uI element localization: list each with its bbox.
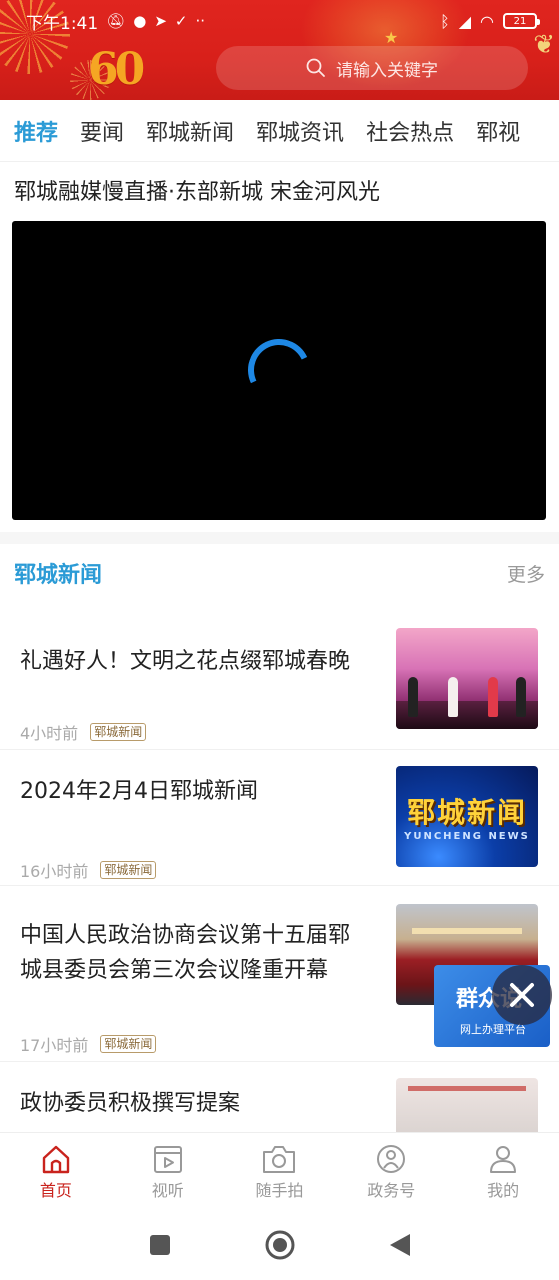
check-icon: ✓ — [174, 12, 188, 30]
back-icon[interactable] — [388, 1232, 412, 1258]
tab-yuncheng-info[interactable]: 郓城资讯 — [256, 115, 344, 147]
more-dots-icon: ·· — [195, 12, 206, 30]
close-icon[interactable] — [492, 965, 552, 1025]
news-thumbnail: 郓城新闻 YUNCHENG NEWS — [396, 766, 538, 867]
news-title: 2024年2月4日郓城新闻 — [20, 779, 258, 804]
performer-figure — [448, 677, 458, 717]
thumb-logo-text: 郓城新闻 — [406, 796, 527, 829]
tab-recommend[interactable]: 推荐 — [14, 115, 58, 161]
news-tag: 郓城新闻 — [90, 723, 147, 741]
gov-icon — [377, 1145, 406, 1173]
news-title: 政协委员积极撰写提案 — [20, 1091, 241, 1116]
video-icon — [153, 1146, 182, 1173]
tab-social-hot[interactable]: 社会热点 — [366, 115, 454, 147]
news-meta: 16小时前 郓城新闻 — [20, 858, 157, 882]
nav-label: 政务号 — [367, 1181, 416, 1200]
news-thumbnail — [396, 628, 538, 729]
bottom-nav: 首页 视听 随手拍 政务号 我的 — [0, 1132, 559, 1210]
section-title: 郓城新闻 — [14, 563, 103, 588]
news-title: 中国人民政治协商会议第十五届郓城县委员会第三次会议隆重开幕 — [20, 923, 351, 983]
news-meta: 17小时前 郓城新闻 — [20, 1032, 157, 1056]
news-tag: 郓城新闻 — [100, 1035, 157, 1053]
status-time: 下午1:41 — [26, 13, 99, 34]
user-icon — [490, 1146, 517, 1173]
loading-spinner-icon — [239, 330, 319, 410]
news-time: 4小时前 — [20, 724, 79, 743]
news-tag: 郓城新闻 — [100, 861, 157, 879]
recent-apps-icon[interactable] — [148, 1233, 172, 1257]
channel-tabs: 推荐 要闻 郓城新闻 郓城资讯 社会热点 郓视 — [0, 100, 559, 162]
bluetooth-icon: ᛒ — [440, 11, 450, 31]
home-button-icon[interactable] — [264, 1229, 296, 1261]
search-placeholder: 请输入关键字 — [336, 60, 438, 81]
news-meta: 4小时前 郓城新闻 — [20, 720, 147, 744]
branch-decoration: ❦ — [533, 30, 555, 60]
signal-icon: ◢ — [458, 11, 472, 31]
news-title: 礼遇好人！文明之花点缀郓城春晚 — [20, 649, 351, 674]
status-bar: 下午1:41 🔕︎ ● ➤ ✓ ·· ᛒ ◢ ◠ 21 — [26, 8, 540, 34]
tab-headlines[interactable]: 要闻 — [80, 115, 124, 147]
live-title[interactable]: 郓城融媒慢直播·东部新城 宋金河风光 — [14, 174, 380, 206]
mute-icon: 🔕︎ — [106, 12, 126, 30]
news-item[interactable]: 礼遇好人！文明之花点缀郓城春晚 4小时前 郓城新闻 — [0, 612, 559, 750]
nav-label: 我的 — [487, 1181, 520, 1200]
performer-figure — [516, 677, 526, 717]
nav-snapshot[interactable]: 随手拍 — [224, 1133, 336, 1210]
search-input[interactable]: 请输入关键字 — [216, 46, 528, 90]
document-heading — [408, 1086, 526, 1091]
nav-gov-account[interactable]: 政务号 — [335, 1133, 447, 1210]
divider — [0, 532, 559, 544]
news-item[interactable]: 2024年2月4日郓城新闻 16小时前 郓城新闻 郓城新闻 YUNCHENG N… — [0, 750, 559, 886]
tab-yuncheng-video[interactable]: 郓视 — [476, 115, 520, 147]
news-time: 16小时前 — [20, 862, 89, 881]
nav-profile[interactable]: 我的 — [447, 1133, 559, 1210]
thumb-logo-subtext: YUNCHENG NEWS — [404, 831, 530, 842]
public-voice-widget[interactable]: 群众说 网上办理平台 — [434, 965, 552, 1047]
performer-figure — [408, 677, 418, 717]
video-player[interactable] — [12, 221, 546, 520]
app-header: ★ 60 ❦ 下午1:41 🔕︎ ● ➤ ✓ ·· ᛒ ◢ ◠ 21 请输入关键… — [0, 0, 559, 100]
system-nav-bar — [0, 1210, 559, 1280]
camera-icon — [263, 1146, 296, 1173]
anniversary-logo: 60 — [88, 44, 145, 95]
nav-video[interactable]: 视听 — [112, 1133, 224, 1210]
more-link[interactable]: 更多 — [507, 560, 545, 587]
message-icon: ● — [133, 12, 147, 30]
wifi-icon: ◠ — [480, 11, 494, 31]
home-icon — [42, 1145, 70, 1174]
nav-label: 随手拍 — [255, 1181, 304, 1200]
telegram-icon: ➤ — [154, 12, 167, 30]
performer-figure — [488, 677, 498, 717]
battery-level: 21 — [513, 15, 527, 27]
news-time: 17小时前 — [20, 1036, 89, 1055]
battery-icon: 21 — [503, 13, 540, 29]
news-item[interactable]: 政协委员积极撰写提案 — [0, 1062, 559, 1132]
news-thumbnail — [396, 1078, 538, 1132]
tab-yuncheng-news[interactable]: 郓城新闻 — [146, 115, 234, 147]
meeting-banner — [412, 928, 522, 934]
search-icon — [306, 58, 325, 77]
nav-label: 首页 — [39, 1181, 72, 1200]
nav-home[interactable]: 首页 — [0, 1133, 112, 1210]
nav-label: 视听 — [151, 1181, 184, 1200]
